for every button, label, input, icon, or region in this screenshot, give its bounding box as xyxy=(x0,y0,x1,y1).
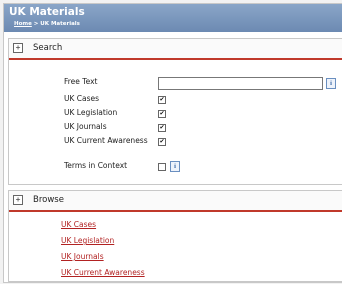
breadcrumb: Home > UK Materials xyxy=(14,21,80,27)
checkbox-uk-journals[interactable]: ✔ xyxy=(158,124,166,132)
expand-icon[interactable]: + xyxy=(13,43,23,53)
browse-panel-header: + Browse xyxy=(9,191,342,212)
breadcrumb-home-link[interactable]: Home xyxy=(14,21,32,27)
source-label-uk-cases: UK Cases xyxy=(64,94,100,103)
search-panel-title: Search xyxy=(33,43,63,53)
browse-link-uk-journals[interactable]: UK Journals xyxy=(61,252,104,261)
checkbox-uk-cases[interactable]: ✔ xyxy=(158,96,166,104)
source-label-uk-current-awareness: UK Current Awareness xyxy=(64,136,148,145)
checkbox-uk-current-awareness[interactable]: ✔ xyxy=(158,138,166,146)
browse-link-uk-cases[interactable]: UK Cases xyxy=(61,220,96,229)
source-label-uk-legislation: UK Legislation xyxy=(64,108,118,117)
expand-icon[interactable]: + xyxy=(13,195,23,205)
info-icon[interactable]: i xyxy=(326,78,336,89)
checkbox-terms-in-context[interactable] xyxy=(158,163,166,171)
free-text-label: Free Text xyxy=(64,77,98,86)
checkbox-uk-legislation[interactable]: ✔ xyxy=(158,110,166,118)
materials-window: UK Materials Home > UK Materials + Searc… xyxy=(3,3,342,283)
page-header: UK Materials Home > UK Materials xyxy=(4,4,342,32)
source-label-uk-journals: UK Journals xyxy=(64,122,107,131)
browse-panel-title: Browse xyxy=(33,195,64,205)
browse-panel: + Browse UK Cases UK Legislation UK Jour… xyxy=(8,190,342,282)
browse-link-uk-legislation[interactable]: UK Legislation xyxy=(61,236,114,245)
info-icon[interactable]: i xyxy=(170,161,180,172)
browse-link-uk-current-awareness[interactable]: UK Current Awareness xyxy=(61,268,145,277)
page-title: UK Materials xyxy=(9,6,85,18)
search-panel-header: + Search xyxy=(9,39,342,60)
breadcrumb-current: UK Materials xyxy=(40,21,80,27)
terms-in-context-label: Terms in Context xyxy=(64,161,128,170)
free-text-input[interactable] xyxy=(158,77,323,90)
search-panel: + Search Free Text i UK Cases ✔ UK Legis… xyxy=(8,38,342,185)
